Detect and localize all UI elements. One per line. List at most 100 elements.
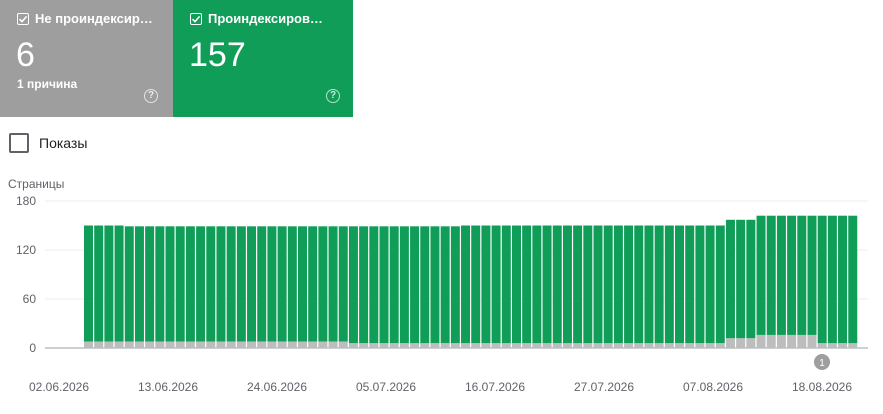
bar-indexed <box>236 226 246 342</box>
indexed-label: Проиндексирова… <box>208 11 326 26</box>
checkbox-checked-icon[interactable] <box>190 12 202 25</box>
not-indexed-header: Не проиндексир… <box>17 11 157 26</box>
impressions-toggle[interactable]: Показы <box>9 133 87 153</box>
bar-not-indexed <box>481 343 491 348</box>
x-tick-label: 18.08.2026 <box>792 380 852 394</box>
indexed-card[interactable]: Проиндексирова… 157 ? <box>173 0 353 117</box>
checkbox-unchecked-icon[interactable] <box>9 133 29 153</box>
bar-indexed <box>522 225 532 344</box>
bar-indexed <box>399 226 409 344</box>
bar-not-indexed <box>644 343 654 348</box>
bar-not-indexed <box>165 341 175 348</box>
bar-not-indexed <box>583 343 593 348</box>
x-tick-label: 05.07.2026 <box>356 380 416 394</box>
checkbox-checked-icon[interactable] <box>17 12 29 25</box>
bar-not-indexed <box>776 334 786 348</box>
bar-indexed <box>165 226 175 342</box>
bar-indexed <box>328 226 338 342</box>
bar-indexed <box>124 226 134 342</box>
bar-not-indexed <box>175 341 185 348</box>
bar-not-indexed <box>797 334 807 348</box>
bar-indexed <box>145 226 155 342</box>
bar-indexed <box>247 226 257 342</box>
bar-not-indexed <box>185 341 195 348</box>
bar-indexed <box>756 215 766 335</box>
bar-not-indexed <box>430 343 440 348</box>
bar-not-indexed <box>787 334 797 348</box>
bar-not-indexed <box>450 343 460 348</box>
help-icon[interactable]: ? <box>144 89 158 103</box>
bar-indexed <box>624 225 634 344</box>
bar-not-indexed <box>573 343 583 348</box>
bar-indexed <box>593 225 603 344</box>
y-tick-label: 60 <box>23 292 37 306</box>
not-indexed-card[interactable]: Не проиндексир… 6 1 причина ? <box>0 0 173 117</box>
bar-not-indexed <box>624 343 634 348</box>
bar-indexed <box>644 225 654 344</box>
bar-indexed <box>848 215 858 344</box>
bar-not-indexed <box>134 341 144 348</box>
bar-not-indexed <box>369 343 379 348</box>
bar-indexed <box>359 226 369 344</box>
bar-not-indexed <box>389 343 399 348</box>
bar-indexed <box>542 225 552 344</box>
bar-not-indexed <box>654 343 664 348</box>
bar-not-indexed <box>145 341 155 348</box>
not-indexed-reasons: 1 причина <box>17 77 78 91</box>
bar-indexed <box>603 225 613 344</box>
bar-not-indexed <box>685 343 695 348</box>
bar-not-indexed <box>277 341 287 348</box>
bar-indexed <box>491 225 501 344</box>
bar-indexed <box>410 226 420 344</box>
bar-indexed <box>511 225 521 344</box>
bar-indexed <box>776 215 786 335</box>
bar-not-indexed <box>807 334 817 348</box>
bar-indexed <box>175 226 185 342</box>
not-indexed-count: 6 <box>16 36 35 74</box>
bar-indexed <box>685 225 695 344</box>
bar-indexed <box>562 225 572 344</box>
bar-not-indexed <box>226 341 236 348</box>
bar-indexed <box>654 225 664 344</box>
bar-indexed <box>379 226 389 344</box>
bar-indexed <box>440 226 450 344</box>
bar-not-indexed <box>471 343 481 348</box>
bar-indexed <box>471 225 481 344</box>
help-icon[interactable]: ? <box>326 89 340 103</box>
bar-indexed <box>114 225 124 342</box>
bar-indexed <box>338 226 348 342</box>
bar-not-indexed <box>155 341 165 348</box>
bar-not-indexed <box>715 343 725 348</box>
bar-indexed <box>430 226 440 344</box>
bar-not-indexed <box>247 341 257 348</box>
not-indexed-label: Не проиндексир… <box>35 11 153 26</box>
bar-indexed <box>501 225 511 344</box>
bar-not-indexed <box>603 343 613 348</box>
bar-not-indexed <box>675 343 685 348</box>
bar-indexed <box>84 225 93 342</box>
y-tick-label: 0 <box>29 341 36 355</box>
bar-indexed <box>94 225 104 342</box>
bar-indexed <box>461 225 471 344</box>
bar-not-indexed <box>817 343 827 348</box>
bar-indexed <box>257 226 267 342</box>
bar-indexed <box>297 226 307 342</box>
bar-not-indexed <box>725 338 735 348</box>
bar-not-indexed <box>297 341 307 348</box>
bar-not-indexed <box>84 341 93 348</box>
bar-indexed <box>807 215 817 335</box>
bar-indexed <box>715 225 725 344</box>
x-tick-label: 07.08.2026 <box>683 380 743 394</box>
bar-not-indexed <box>328 341 338 348</box>
bar-indexed <box>787 215 797 335</box>
bar-indexed <box>613 225 623 344</box>
bar-not-indexed <box>562 343 572 348</box>
bar-not-indexed <box>532 343 542 348</box>
bar-indexed <box>552 225 562 344</box>
bar-indexed <box>104 225 114 342</box>
bar-indexed <box>369 226 379 344</box>
bar-not-indexed <box>318 341 328 348</box>
bar-indexed <box>583 225 593 344</box>
bar-not-indexed <box>501 343 511 348</box>
bar-indexed <box>766 215 776 335</box>
